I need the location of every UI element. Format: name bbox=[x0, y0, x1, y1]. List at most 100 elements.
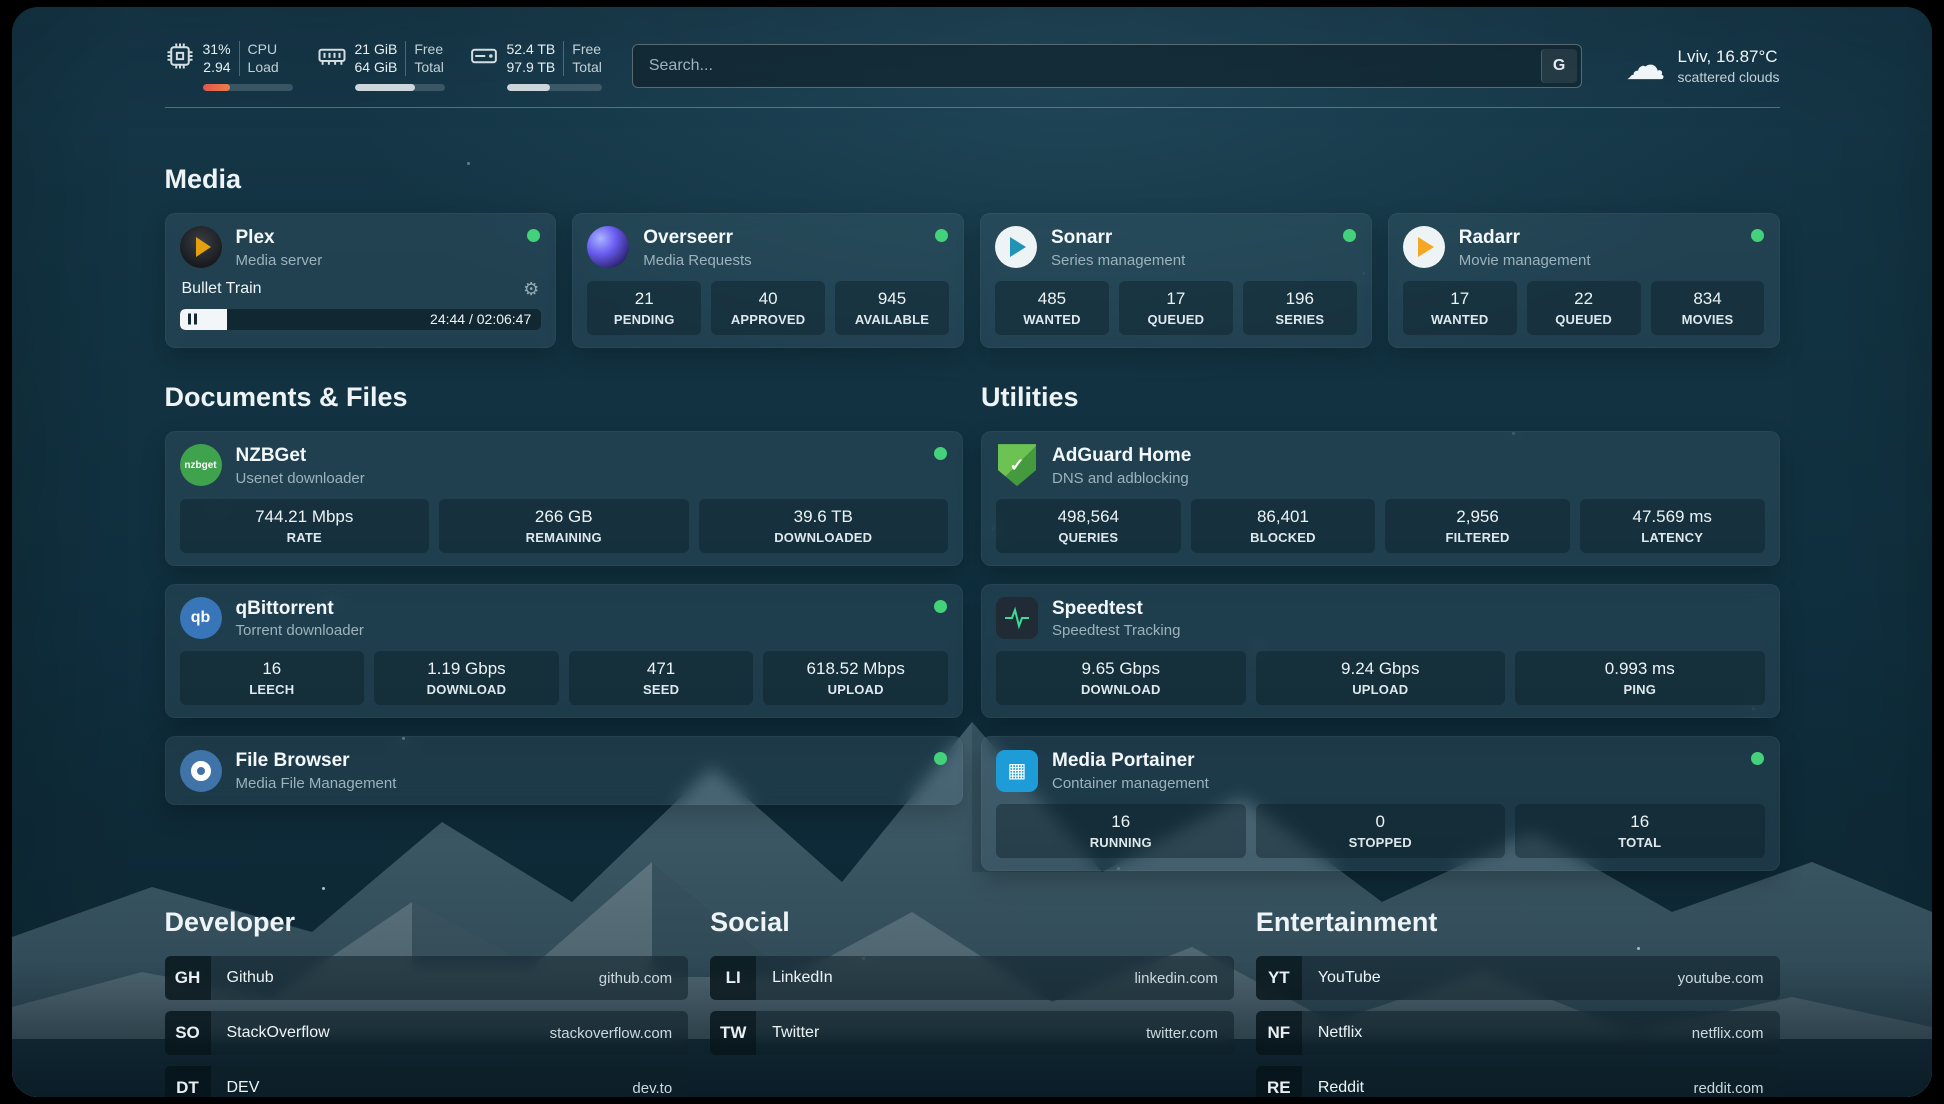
app-name: qBittorrent bbox=[236, 597, 364, 621]
cpu-load-value: 2.94 bbox=[203, 59, 231, 77]
bookmarks-developer: Developer GH Github github.com SO StackO… bbox=[165, 907, 689, 1097]
app-subtitle: Container management bbox=[1052, 775, 1209, 792]
stat-box: 22 QUEUED bbox=[1527, 281, 1641, 335]
dashboard: 31% 2.94 CPU Load bbox=[12, 7, 1932, 1097]
bookmark-abbr: RE bbox=[1256, 1066, 1302, 1097]
disk-free-value: 52.4 TB bbox=[507, 41, 556, 59]
stat-box: 485 WANTED bbox=[995, 281, 1109, 335]
stat-box: 47.569 ms LATENCY bbox=[1580, 499, 1765, 553]
bookmark-reddit[interactable]: RE Reddit reddit.com bbox=[1256, 1066, 1780, 1097]
stat-box: 17 QUEUED bbox=[1119, 281, 1233, 335]
bookmark-name: DEV bbox=[211, 1066, 617, 1097]
bookmark-abbr: LI bbox=[710, 956, 756, 1000]
app-subtitle: DNS and adblocking bbox=[1052, 470, 1191, 487]
disk-total-label: Total bbox=[572, 59, 602, 77]
app-card-overseerr[interactable]: Overseerr Media Requests 21 PENDING 40 A… bbox=[572, 213, 964, 348]
bookmark-youtube[interactable]: YT YouTube youtube.com bbox=[1256, 956, 1780, 1000]
disk-meter bbox=[507, 84, 602, 91]
filebrowser-icon bbox=[180, 750, 222, 792]
bookmark-abbr: NF bbox=[1256, 1011, 1302, 1055]
app-name: AdGuard Home bbox=[1052, 444, 1191, 468]
cpu-percent: 31% bbox=[203, 41, 231, 59]
stat-box: 0 STOPPED bbox=[1256, 804, 1506, 858]
app-name: Sonarr bbox=[1051, 226, 1185, 250]
memory-icon bbox=[317, 41, 347, 76]
weather-condition: scattered clouds bbox=[1678, 68, 1780, 86]
cpu-meter bbox=[203, 84, 293, 91]
bookmark-linkedin[interactable]: LI LinkedIn linkedin.com bbox=[710, 956, 1234, 1000]
stat-box: 945 AVAILABLE bbox=[835, 281, 949, 335]
status-dot bbox=[1751, 752, 1764, 765]
bookmark-url: reddit.com bbox=[1677, 1066, 1779, 1097]
app-card-nzbget[interactable]: nzbget NZBGet Usenet downloader 744.21 M… bbox=[165, 431, 964, 566]
bookmark-netflix[interactable]: NF Netflix netflix.com bbox=[1256, 1011, 1780, 1055]
app-card-sonarr[interactable]: Sonarr Series management 485 WANTED 17 Q… bbox=[980, 213, 1372, 348]
bookmark-stackoverflow[interactable]: SO StackOverflow stackoverflow.com bbox=[165, 1011, 689, 1055]
bookmark-name: Github bbox=[211, 956, 583, 1000]
top-bar: 31% 2.94 CPU Load bbox=[165, 41, 1780, 91]
cpu-load-label: Load bbox=[248, 59, 279, 77]
section-title-social: Social bbox=[710, 907, 1234, 938]
cpu-label: CPU bbox=[248, 41, 279, 59]
cpu-chip-icon bbox=[165, 41, 195, 76]
stat-box: 618.52 Mbps UPLOAD bbox=[763, 651, 948, 705]
gear-icon[interactable]: ⚙ bbox=[523, 279, 539, 300]
app-card-speedtest[interactable]: Speedtest Speedtest Tracking 9.65 Gbps D… bbox=[981, 584, 1780, 719]
app-subtitle: Speedtest Tracking bbox=[1052, 622, 1180, 639]
app-subtitle: Media server bbox=[236, 252, 323, 269]
bookmark-url: youtube.com bbox=[1662, 956, 1780, 1000]
app-subtitle: Media Requests bbox=[643, 252, 751, 269]
disk-widget: 52.4 TB 97.9 TB Free Total bbox=[469, 41, 602, 91]
section-title-developer: Developer bbox=[165, 907, 689, 938]
app-subtitle: Movie management bbox=[1459, 252, 1591, 269]
app-card-filebrowser[interactable]: File Browser Media File Management bbox=[165, 736, 964, 805]
section-media: Media Plex Media server Bullet Train bbox=[165, 164, 1780, 348]
qbittorrent-icon: qb bbox=[180, 597, 222, 639]
bookmark-name: Twitter bbox=[756, 1011, 1130, 1055]
stat-box: 9.65 Gbps DOWNLOAD bbox=[996, 651, 1246, 705]
stat-box: 0.993 ms PING bbox=[1515, 651, 1765, 705]
status-dot bbox=[934, 447, 947, 460]
playback-progress-bar[interactable]: 24:44 / 02:06:47 bbox=[180, 309, 542, 330]
search-input[interactable] bbox=[632, 44, 1582, 88]
stat-box: 196 SERIES bbox=[1243, 281, 1357, 335]
bookmark-dev[interactable]: DT DEV dev.to bbox=[165, 1066, 689, 1097]
bookmark-abbr: DT bbox=[165, 1066, 211, 1097]
pause-icon[interactable] bbox=[188, 314, 197, 325]
bookmarks-social: Social LI LinkedIn linkedin.com TW Twitt… bbox=[710, 907, 1234, 1097]
bookmark-name: YouTube bbox=[1302, 956, 1662, 1000]
stat-box: 9.24 Gbps UPLOAD bbox=[1256, 651, 1506, 705]
app-subtitle: Media File Management bbox=[236, 775, 397, 792]
portainer-icon: ▦ bbox=[996, 750, 1038, 792]
search-engine-button[interactable]: G bbox=[1541, 49, 1577, 83]
radarr-icon bbox=[1403, 226, 1445, 268]
section-title-entertainment: Entertainment bbox=[1256, 907, 1780, 938]
hard-disk-icon bbox=[469, 41, 499, 76]
status-dot bbox=[1751, 229, 1764, 242]
bookmark-url: github.com bbox=[583, 956, 688, 1000]
stat-box: 16 TOTAL bbox=[1515, 804, 1765, 858]
status-dot bbox=[1343, 229, 1356, 242]
sonarr-icon bbox=[995, 226, 1037, 268]
stat-box: 39.6 TB DOWNLOADED bbox=[699, 499, 949, 553]
app-card-qbittorrent[interactable]: qb qBittorrent Torrent downloader 16 LEE… bbox=[165, 584, 964, 719]
app-card-portainer[interactable]: ▦ Media Portainer Container management 1… bbox=[981, 736, 1780, 871]
stat-box: 16 LEECH bbox=[180, 651, 365, 705]
plex-now-playing: Bullet Train ⚙ 24:44 / 02:06:47 bbox=[180, 279, 542, 330]
section-utilities: Utilities ✓ AdGuard Home DNS and adblock… bbox=[981, 382, 1780, 871]
system-stats: 31% 2.94 CPU Load bbox=[165, 41, 602, 91]
app-subtitle: Series management bbox=[1051, 252, 1185, 269]
app-card-adguard[interactable]: ✓ AdGuard Home DNS and adblocking 498,56… bbox=[981, 431, 1780, 566]
disk-free-label: Free bbox=[572, 41, 602, 59]
stat-box: 21 PENDING bbox=[587, 281, 701, 335]
ram-meter bbox=[355, 84, 445, 91]
app-card-radarr[interactable]: Radarr Movie management 17 WANTED 22 QUE… bbox=[1388, 213, 1780, 348]
bookmark-github[interactable]: GH Github github.com bbox=[165, 956, 689, 1000]
bookmark-abbr: SO bbox=[165, 1011, 211, 1055]
stat-box: 40 APPROVED bbox=[711, 281, 825, 335]
snow-specks bbox=[12, 7, 15, 10]
stat-box: 2,956 FILTERED bbox=[1385, 499, 1570, 553]
bookmark-twitter[interactable]: TW Twitter twitter.com bbox=[710, 1011, 1234, 1055]
app-card-plex[interactable]: Plex Media server Bullet Train ⚙ 24:44 / bbox=[165, 213, 557, 348]
app-subtitle: Usenet downloader bbox=[236, 470, 365, 487]
